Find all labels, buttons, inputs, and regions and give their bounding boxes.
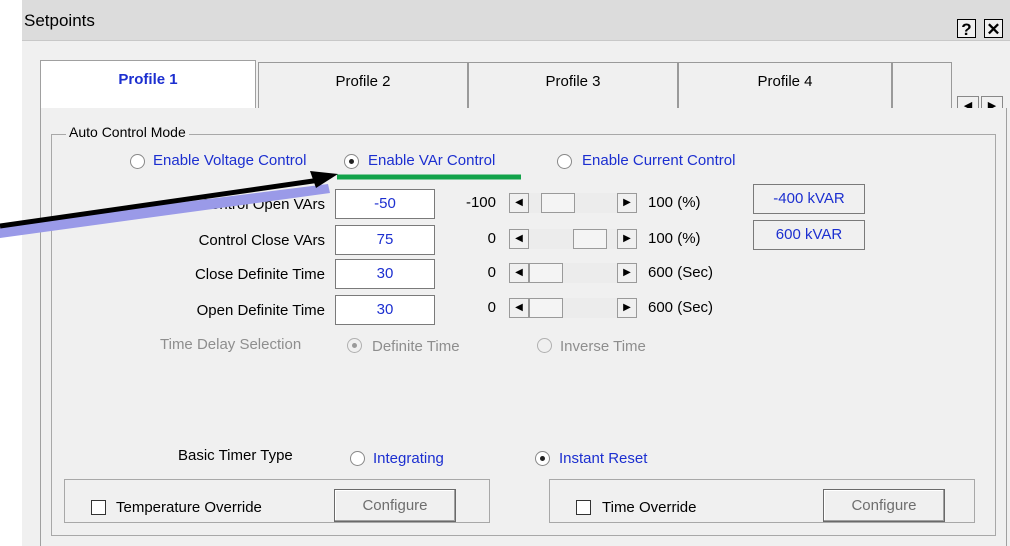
time-delay-selection-label: Time Delay Selection — [160, 336, 302, 353]
voltage-control-radio[interactable] — [130, 154, 145, 169]
temperature-override-label[interactable]: Temperature Override — [116, 499, 262, 516]
control-close-vars-label: Control Close VArs — [198, 232, 325, 249]
temperature-configure-button[interactable]: Configure — [334, 489, 456, 522]
open-definite-time-max: 600 (Sec) — [648, 299, 714, 316]
var-control-radio[interactable] — [344, 154, 359, 169]
setpoints-window: Setpoints ? ✕ Profile 1 Profile 2 Profil… — [0, 0, 1010, 546]
tab-profile-2[interactable]: Profile 2 — [258, 62, 468, 110]
control-close-vars-min: 0 — [487, 230, 496, 247]
current-control-radio[interactable] — [557, 154, 572, 169]
close-definite-time-max: 600 (Sec) — [648, 264, 714, 281]
left-margin — [0, 0, 22, 546]
definite-time-radio[interactable] — [347, 338, 362, 353]
slider-left-arrow-icon[interactable]: ◀ — [509, 229, 529, 249]
title-bar: Setpoints ? ✕ — [0, 0, 1010, 41]
slider-thumb[interactable] — [529, 263, 563, 283]
close-definite-time-min: 0 — [487, 264, 496, 281]
open-definite-time-min: 0 — [487, 299, 496, 316]
time-override-checkbox[interactable] — [576, 500, 591, 515]
temperature-override-checkbox[interactable] — [91, 500, 106, 515]
time-configure-button[interactable]: Configure — [823, 489, 945, 522]
control-open-vars-label: Control Open VArs — [200, 196, 325, 213]
control-open-vars-max: 100 (%) — [648, 194, 701, 211]
integrating-label[interactable]: Integrating — [373, 450, 444, 467]
control-open-vars-slider[interactable]: ◀ ▶ — [509, 193, 637, 213]
window-title: Setpoints — [24, 11, 95, 30]
slider-right-arrow-icon[interactable]: ▶ — [617, 229, 637, 249]
control-close-vars-readout: 600 kVAR — [753, 220, 865, 250]
basic-timer-type-label: Basic Timer Type — [178, 447, 293, 464]
slider-right-arrow-icon[interactable]: ▶ — [617, 263, 637, 283]
slider-thumb[interactable] — [573, 229, 607, 249]
control-open-vars-input[interactable]: -50 — [335, 189, 435, 219]
auto-control-group-label: Auto Control Mode — [66, 124, 189, 140]
definite-time-label[interactable]: Definite Time — [372, 338, 460, 355]
integrating-radio[interactable] — [350, 451, 365, 466]
instant-reset-label[interactable]: Instant Reset — [559, 450, 647, 467]
control-open-vars-min: -100 — [465, 194, 496, 211]
current-control-label[interactable]: Enable Current Control — [582, 152, 735, 169]
control-close-vars-slider[interactable]: ◀ ▶ — [509, 229, 637, 249]
time-override-label[interactable]: Time Override — [602, 499, 696, 516]
slider-right-arrow-icon[interactable]: ▶ — [617, 298, 637, 318]
close-button[interactable]: ✕ — [984, 19, 1003, 39]
open-definite-time-slider[interactable]: ◀ ▶ — [509, 298, 637, 318]
close-definite-time-slider[interactable]: ◀ ▶ — [509, 263, 637, 283]
close-definite-time-label: Close Definite Time — [194, 266, 325, 283]
tab-profile-4[interactable]: Profile 4 — [678, 62, 892, 110]
open-definite-time-input[interactable]: 30 — [335, 295, 435, 325]
open-definite-time-label: Open Definite Time — [196, 302, 325, 319]
control-open-vars-readout: -400 kVAR — [753, 184, 865, 214]
var-control-label[interactable]: Enable VAr Control — [368, 152, 495, 169]
tab-partial[interactable] — [892, 62, 952, 110]
slider-right-arrow-icon[interactable]: ▶ — [617, 193, 637, 213]
instant-reset-radio[interactable] — [535, 451, 550, 466]
voltage-control-label[interactable]: Enable Voltage Control — [153, 152, 306, 169]
close-definite-time-input[interactable]: 30 — [335, 259, 435, 289]
slider-left-arrow-icon[interactable]: ◀ — [509, 193, 529, 213]
help-button[interactable]: ? — [957, 19, 976, 39]
control-close-vars-input[interactable]: 75 — [335, 225, 435, 255]
tab-profile-3[interactable]: Profile 3 — [468, 62, 678, 110]
inverse-time-radio[interactable] — [537, 338, 552, 353]
slider-left-arrow-icon[interactable]: ◀ — [509, 298, 529, 318]
tab-profile-1[interactable]: Profile 1 — [40, 60, 256, 110]
control-close-vars-max: 100 (%) — [648, 230, 701, 247]
slider-left-arrow-icon[interactable]: ◀ — [509, 263, 529, 283]
slider-thumb[interactable] — [541, 193, 575, 213]
inverse-time-label[interactable]: Inverse Time — [560, 338, 646, 355]
slider-thumb[interactable] — [529, 298, 563, 318]
